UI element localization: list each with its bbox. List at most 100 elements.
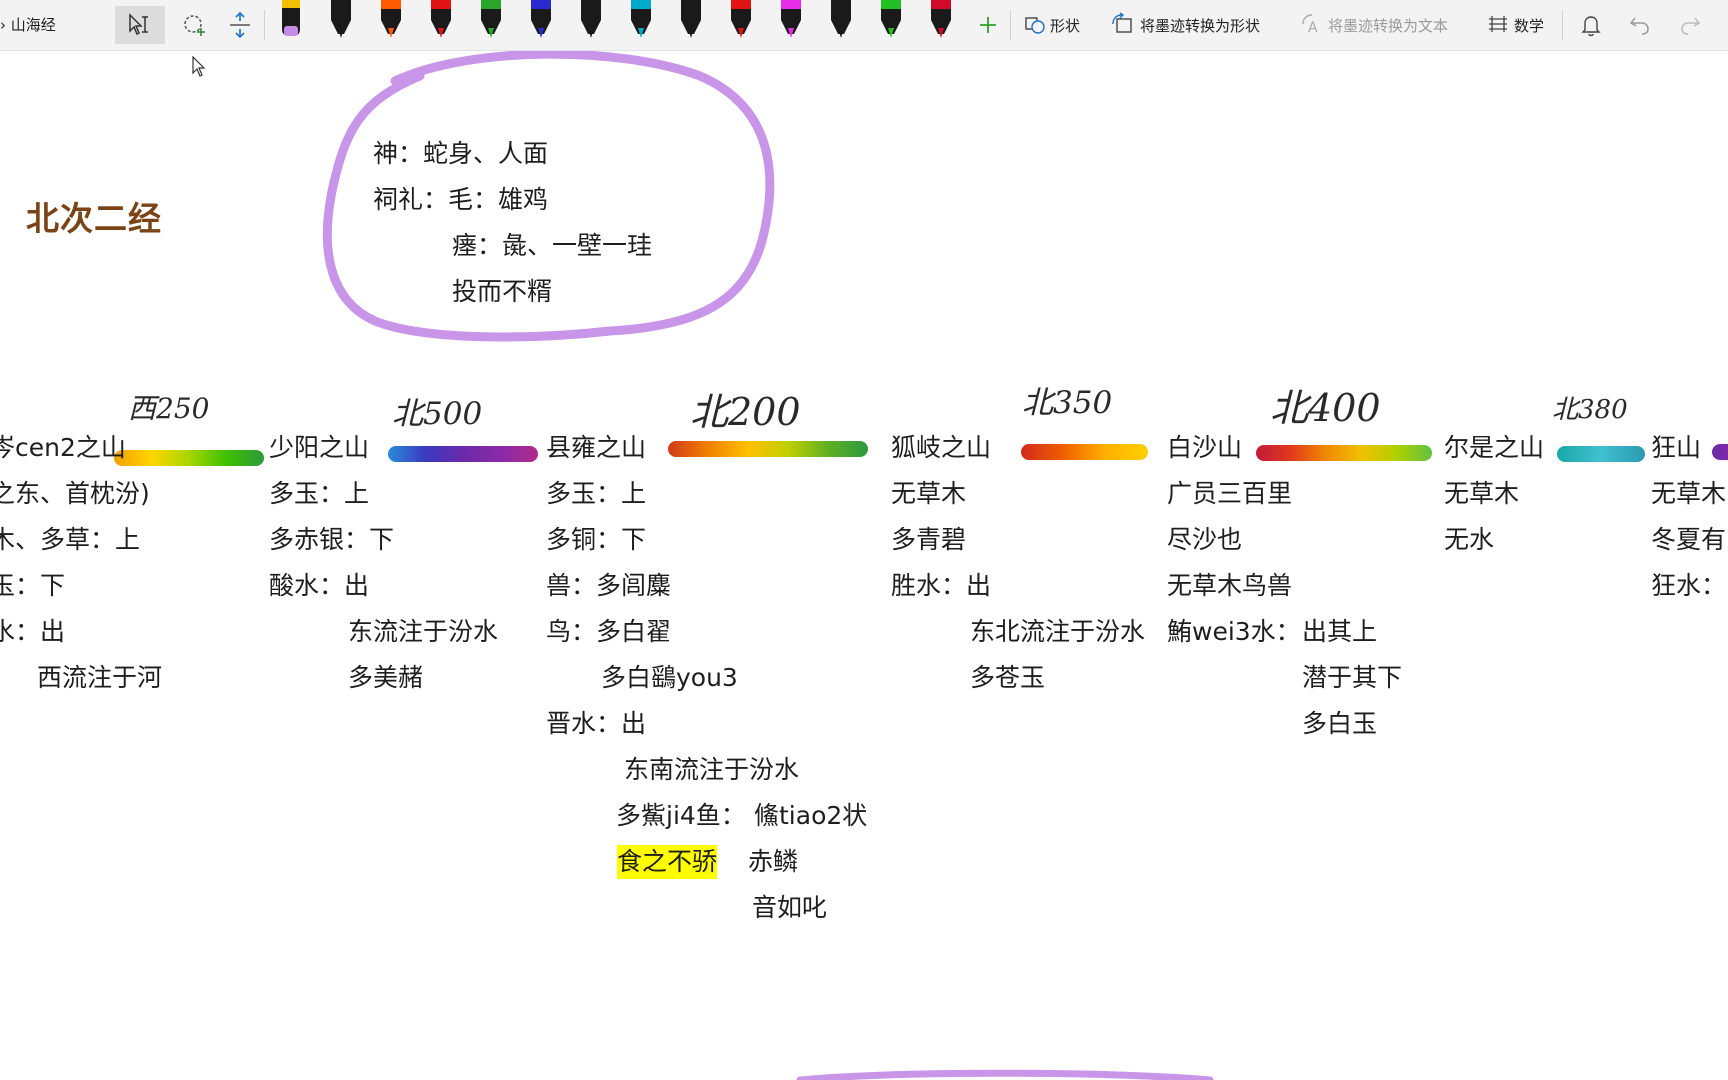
mountain-title: 白沙山 [1167, 433, 1243, 462]
ink-to-shape-button[interactable]: 将墨迹转换为形状 [1140, 15, 1260, 36]
mountain-note: 多鮆ji4鱼： [616, 801, 746, 830]
svg-text:A: A [1308, 20, 1318, 36]
toolbar-divider [1010, 10, 1011, 40]
mountain-note: 鮪wei3水： [1167, 617, 1301, 646]
plus-icon [980, 17, 996, 33]
mountain-note: 多赤银：下 [269, 525, 395, 554]
glitter-stroke-rainbow [114, 450, 264, 466]
pen-icon [731, 0, 751, 38]
pen-ocean[interactable] [576, 0, 606, 42]
pen-icon [681, 0, 701, 38]
pen-magenta[interactable] [776, 0, 806, 42]
mountain-note: 出其上 [1302, 617, 1378, 646]
mountain-note: 尽沙也 [1167, 525, 1243, 554]
mountain-note: 玉：下 [0, 571, 66, 600]
redo-button[interactable] [1675, 6, 1705, 44]
highlighted-note: 食之不骄 [617, 845, 718, 879]
pen-green[interactable] [476, 0, 506, 42]
pen-black[interactable] [326, 0, 356, 42]
glitter-stroke-rainbow [668, 441, 868, 457]
god-note-line: 祠礼：毛：雄鸡 [373, 185, 549, 214]
mountain-note: 酸水：出 [269, 571, 370, 600]
mountain-note: 西流注于河 [37, 663, 163, 692]
math-button[interactable]: 数学 [1514, 15, 1544, 36]
undo-button[interactable] [1625, 6, 1655, 44]
mountain-note: 多白玉 [1302, 709, 1378, 738]
mountain-note: 晋水：出 [546, 709, 647, 738]
mountain-title: 尔是之山 [1444, 433, 1545, 462]
toolbar-divider [1562, 10, 1563, 40]
mountain-note: 无草木 [891, 479, 967, 508]
mountain-note: 潜于其下 [1302, 663, 1403, 692]
mountain-note: 之东、首枕汾) [0, 479, 150, 508]
purple-ink-stroke-bottom [796, 1069, 1214, 1080]
toolbar-divider [264, 10, 265, 40]
pen-galaxy[interactable] [526, 0, 556, 42]
section-title: 北次二经 [26, 199, 162, 238]
pen-icon [481, 0, 501, 38]
note-canvas[interactable]: 北次二经 神：蛇身、人面 祠礼：毛：雄鸡 瘗：彘、一壁一珪 投而不糈 西250 … [0, 51, 1728, 1080]
distance-label: 北500 [392, 396, 483, 432]
mountain-note: 多白鷂you3 [601, 663, 738, 692]
add-pen-button[interactable] [975, 6, 1001, 44]
mountain-note: 音如叱 [752, 893, 828, 922]
pen-icon [331, 0, 351, 38]
lasso-select-button[interactable] [175, 6, 215, 44]
mountain-note: 多玉：上 [269, 479, 370, 508]
mountain-note: 无水 [1444, 525, 1495, 554]
pen-icon [381, 0, 401, 38]
undo-icon [1629, 17, 1649, 35]
pen-purple-highlighter[interactable] [276, 0, 306, 42]
pen-rainbow[interactable] [376, 0, 406, 42]
mountain-note: 东北流注于汾水 [970, 617, 1146, 646]
pen-icon [581, 0, 601, 38]
glitter-stroke-teal [1557, 446, 1645, 462]
lasso-select-text-button[interactable] [115, 6, 165, 44]
mountain-note: 赤鳞 [748, 847, 799, 876]
god-note-line: 神：蛇身、人面 [373, 139, 549, 168]
redo-icon [1681, 17, 1701, 35]
add-space-button[interactable] [224, 6, 256, 44]
pen-icon [781, 0, 801, 38]
glitter-stroke-galaxy [388, 446, 538, 462]
pen-cyan[interactable] [626, 0, 656, 42]
mountain-note: 东流注于汾水 [348, 617, 499, 646]
glitter-stroke-fire [1021, 444, 1148, 460]
pen-icon [631, 0, 651, 38]
god-note-line: 投而不糈 [452, 277, 553, 306]
mountain-note: 广员三百里 [1167, 479, 1293, 508]
lasso-icon [184, 15, 205, 36]
mountain-note: 水：出 [0, 617, 66, 646]
ink-to-text-button[interactable]: 将墨迹转换为文本 [1328, 15, 1448, 36]
notifications-button[interactable] [1576, 6, 1606, 44]
distance-label: 西250 [128, 392, 210, 425]
pen-red[interactable] [426, 0, 456, 42]
pen-green-2[interactable] [876, 0, 906, 42]
shapes-icon [1025, 17, 1045, 34]
bell-icon [1581, 16, 1601, 37]
pen-icon [531, 0, 551, 38]
ink-to-text-icon: A [1302, 14, 1318, 36]
notebook-breadcrumb[interactable]: › 山海经 [0, 14, 56, 35]
ink-drawings [322, 51, 1214, 1080]
mountain-note: 多美赭 [348, 663, 424, 692]
mountain-title: 狂山 [1651, 433, 1702, 462]
pen-crimson[interactable] [926, 0, 956, 42]
mountain-note: 东南流注于汾水 [624, 755, 800, 784]
mountain-note: 狂水： [1651, 571, 1727, 600]
distance-label: 北200 [690, 390, 801, 434]
mountain-note: 无草木 [1444, 479, 1520, 508]
mountain-note: 无草木 [1651, 479, 1727, 508]
mountain-note: 多铜：下 [546, 525, 647, 554]
pen-red-2[interactable] [726, 0, 756, 42]
mountain-note: 鸟：多白翟 [546, 617, 672, 646]
pen-black-2[interactable] [676, 0, 706, 42]
math-icon [1489, 16, 1507, 32]
mountain-note: 多青碧 [891, 525, 967, 554]
pen-icon [431, 0, 451, 38]
ink-to-shape-icon [1112, 12, 1132, 33]
distance-label: 北400 [1270, 386, 1381, 430]
pen-black-3[interactable] [826, 0, 856, 42]
mountain-title: 岑cen2之山 [0, 433, 126, 462]
shapes-button[interactable]: 形状 [1050, 15, 1080, 36]
